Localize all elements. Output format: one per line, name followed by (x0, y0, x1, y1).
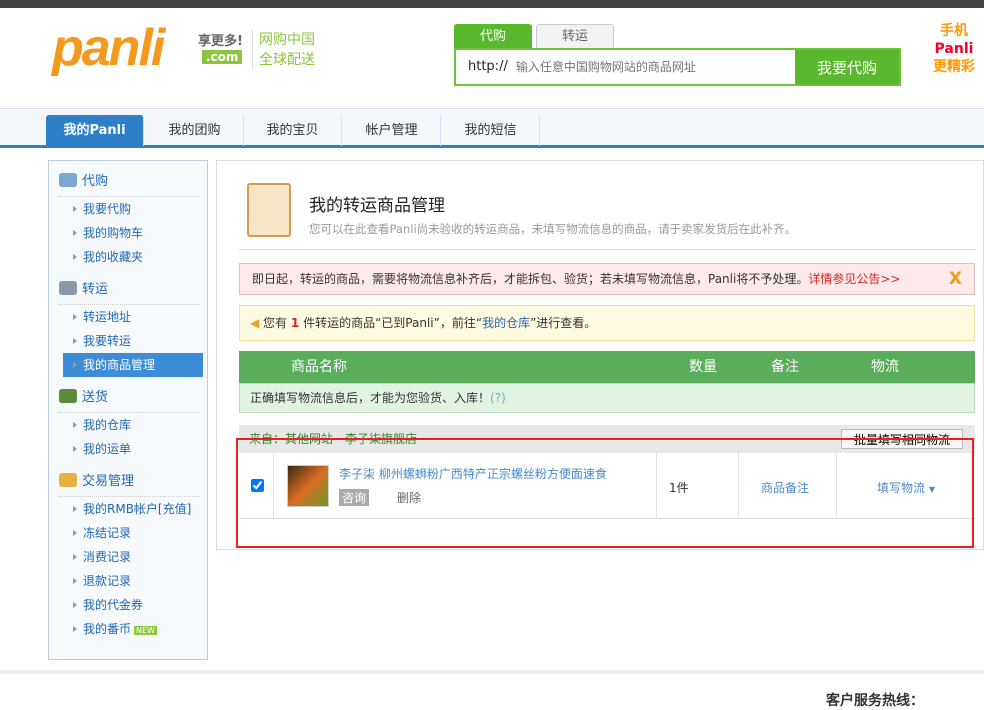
search-box: http:// 我要代购 (454, 48, 901, 86)
sidebar-section-trade: 交易管理 (59, 467, 199, 497)
sidebar-item[interactable]: 我的RMB帐户[充值] (63, 497, 203, 521)
sidebar-item[interactable]: 我的代金券 (63, 593, 203, 617)
section-title: 交易管理 (82, 470, 134, 489)
promo-line: 手机 (924, 22, 984, 40)
sidebar: 代购 我要代购 我的购物车 我的收藏夹 转运 转运地址 我要转运 我的商品管理 … (48, 160, 208, 660)
logo-com: .com (202, 50, 242, 64)
sidebar-item[interactable]: 消费记录 (63, 545, 203, 569)
notice-banner: ◀ 您有 1 件转运的商品“已到Panli”，前往“我的仓库”进行查看。 (239, 305, 975, 341)
search-tabs: 代购转运 (454, 24, 618, 48)
main-nav: 我的Panli 我的团购 我的宝贝 帐户管理 我的短信 (0, 108, 984, 148)
page-title: 我的转运商品管理 (309, 191, 445, 216)
clipboard-icon (247, 183, 291, 237)
section-title: 送货 (82, 386, 108, 405)
edit-icon (59, 473, 77, 487)
cart-icon (59, 173, 77, 187)
promo-line: Panli (924, 40, 984, 58)
close-icon[interactable]: X (949, 264, 962, 294)
warehouse-link[interactable]: 我的仓库 (482, 316, 530, 330)
url-input[interactable] (516, 50, 795, 84)
top-bar (0, 0, 984, 8)
notice-text: 您有 (263, 316, 287, 330)
hotline-label: 客户服务热线： (826, 690, 924, 710)
url-prefix: http:// (456, 50, 516, 84)
nav-messages[interactable]: 我的短信 (442, 115, 540, 146)
sidebar-item[interactable]: 我的购物车 (63, 221, 203, 245)
notice-text: 件转运的商品“已到Panli”，前往“ (303, 316, 482, 330)
highlight-box (236, 438, 974, 548)
daigou-button[interactable]: 我要代购 (795, 50, 899, 84)
sidebar-item[interactable]: 我的番币NEW (63, 617, 203, 641)
help-link[interactable]: (?) (490, 391, 506, 405)
tab-zhuanyun[interactable]: 转运 (536, 24, 614, 48)
section-title: 代购 (82, 170, 108, 189)
slogan: 网购中国全球配送 (252, 30, 332, 70)
nav-my-panli[interactable]: 我的Panli (46, 115, 144, 146)
sidebar-item-active[interactable]: 我的商品管理 (63, 353, 203, 377)
col-qty: 数量 (689, 351, 717, 383)
logo-text: panli (52, 18, 163, 78)
nav-group-buy[interactable]: 我的团购 (146, 115, 244, 146)
nav-my-items[interactable]: 我的宝贝 (244, 115, 342, 146)
panli-logo[interactable]: panli 享更多! .com (52, 18, 252, 88)
logistics-tip: 正确填写物流信息后，才能为您验货、入库！(?) (239, 383, 975, 413)
notice-count: 1 (291, 316, 299, 330)
sidebar-section-delivery: 送货 (59, 383, 199, 413)
sidebar-item[interactable]: 转运地址 (63, 305, 203, 329)
new-badge: NEW (134, 626, 157, 635)
sidebar-section-zhuanyun: 转运 (59, 275, 199, 305)
sidebar-item[interactable]: 我要代购 (63, 197, 203, 221)
logo-tag: 享更多! (198, 30, 243, 49)
sidebar-item[interactable]: 我的运单 (63, 437, 203, 461)
divider (239, 249, 975, 250)
col-logistics: 物流 (871, 351, 899, 383)
slogan-line: 全球配送 (259, 50, 332, 70)
sidebar-item[interactable]: 冻结记录 (63, 521, 203, 545)
promo-line: 更精彩 (924, 58, 984, 76)
alert-banner: 即日起，转运的商品，需要将物流信息补齐后，才能拆包、验货；若未填写物流信息，Pa… (239, 263, 975, 295)
nav-account[interactable]: 帐户管理 (343, 115, 441, 146)
announcement-link[interactable]: 详情参见公告>> (808, 272, 900, 286)
footer-divider (0, 670, 984, 674)
sidebar-section-daigou: 代购 (59, 167, 199, 197)
mobile-promo[interactable]: 手机Panli更精彩 (924, 22, 984, 76)
item-label: 我的番币 (83, 622, 131, 636)
sidebar-item[interactable]: 我的仓库 (63, 413, 203, 437)
section-title: 转运 (82, 278, 108, 297)
sidebar-item[interactable]: 我要转运 (63, 329, 203, 353)
speaker-icon: ◀ (250, 316, 263, 330)
alert-text: 即日起，转运的商品，需要将物流信息补齐后，才能拆包、验货；若未填写物流信息，Pa… (252, 272, 808, 286)
sidebar-item[interactable]: 我的收藏夹 (63, 245, 203, 269)
col-remark: 备注 (771, 351, 799, 383)
truck-icon (59, 389, 77, 403)
tip-text: 正确填写物流信息后，才能为您验货、入库！ (250, 391, 490, 405)
tab-daigou[interactable]: 代购 (454, 24, 532, 48)
notice-text: ”进行查看。 (530, 316, 596, 330)
computer-icon (59, 281, 77, 295)
col-name: 商品名称 (291, 351, 347, 383)
sidebar-item[interactable]: 退款记录 (63, 569, 203, 593)
page-subtitle: 您可以在此查看Panli尚未验收的转运商品，未填写物流信息的商品，请于卖家发货后… (309, 221, 796, 237)
slogan-line: 网购中国 (259, 30, 332, 50)
table-header: 商品名称 数量 备注 物流 (239, 351, 975, 383)
